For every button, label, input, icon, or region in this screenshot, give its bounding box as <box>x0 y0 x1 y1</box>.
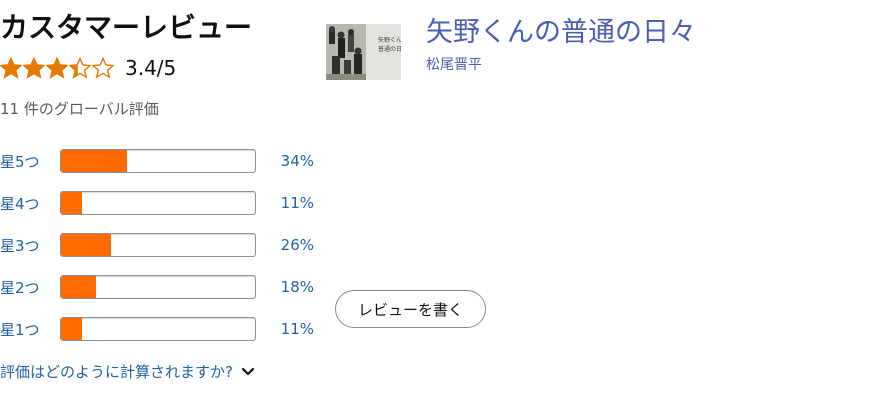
reviews-heading: カスタマーレビュー <box>0 11 253 44</box>
histogram-row-5[interactable]: 星5つ 34% <box>0 140 314 182</box>
histogram-percent[interactable]: 34% <box>256 152 314 170</box>
histogram-bar[interactable] <box>60 317 256 341</box>
histogram-bar-fill <box>61 276 96 298</box>
histogram-percent[interactable]: 18% <box>256 278 314 296</box>
histogram-row-1[interactable]: 星1つ 11% <box>0 308 314 350</box>
histogram-percent[interactable]: 11% <box>256 194 314 212</box>
how-calculated-text[interactable]: 評価はどのように計算されますか? <box>0 361 233 382</box>
chevron-down-icon[interactable] <box>241 367 255 377</box>
histogram-label[interactable]: 星1つ <box>0 319 60 340</box>
histogram-bar-fill <box>61 150 127 172</box>
star-empty-icon <box>92 57 114 79</box>
author-link[interactable]: 松尾晋平 <box>426 54 482 74</box>
how-calculated-link[interactable]: 評価はどのように計算されますか? <box>0 361 255 382</box>
cover-art: 矢野くんの 普通の日々 <box>326 24 401 80</box>
histogram-percent[interactable]: 11% <box>256 320 314 338</box>
histogram-row-4[interactable]: 星4つ 11% <box>0 182 314 224</box>
total-ratings: 11 件のグローバル評価 <box>0 100 159 118</box>
rating-summary: 3.4/5 <box>0 56 176 80</box>
histogram-bar[interactable] <box>60 149 256 173</box>
histogram-bar[interactable] <box>60 191 256 215</box>
histogram-bar-fill <box>61 234 112 256</box>
star-full-icon <box>23 57 45 79</box>
product-cover-image[interactable]: 矢野くんの 普通の日々 <box>326 24 401 80</box>
star-full-icon <box>46 57 68 79</box>
histogram-bar-fill <box>61 192 83 214</box>
write-review-button[interactable]: レビューを書く <box>335 290 486 328</box>
histogram-bar-fill <box>61 318 83 340</box>
cover-title-line-1: 矢野くんの <box>378 36 401 44</box>
histogram-percent[interactable]: 26% <box>256 236 314 254</box>
histogram-label[interactable]: 星3つ <box>0 235 60 256</box>
star-rating <box>0 57 115 79</box>
histogram-label[interactable]: 星4つ <box>0 193 60 214</box>
rating-histogram: 星5つ 34% 星4つ 11% 星3つ 26% 星2つ 18% 星1つ 11% <box>0 140 314 350</box>
histogram-bar[interactable] <box>60 275 256 299</box>
histogram-row-2[interactable]: 星2つ 18% <box>0 266 314 308</box>
histogram-row-3[interactable]: 星3つ 26% <box>0 224 314 266</box>
histogram-label[interactable]: 星5つ <box>0 151 60 172</box>
average-rating: 3.4/5 <box>125 56 177 80</box>
histogram-bar[interactable] <box>60 233 256 257</box>
star-half-icon <box>69 57 91 79</box>
star-full-icon <box>0 57 22 79</box>
histogram-label[interactable]: 星2つ <box>0 277 60 298</box>
cover-title-line-2: 普通の日々 <box>378 45 401 53</box>
product-title-link[interactable]: 矢野くんの普通の日々 <box>426 10 696 49</box>
